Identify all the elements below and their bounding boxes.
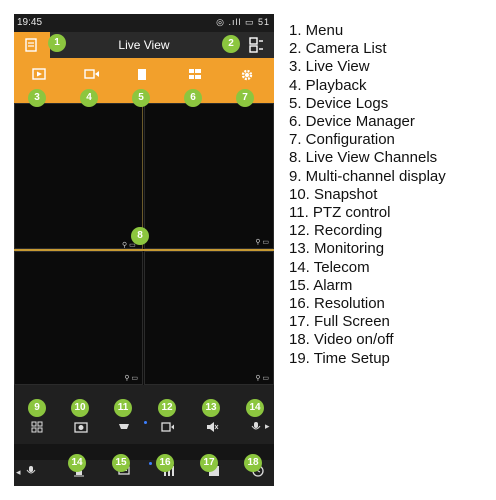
legend-item: 12. Recording xyxy=(289,222,383,240)
callout-badge: 17 xyxy=(200,454,218,472)
device-manager-tab[interactable] xyxy=(181,64,209,86)
device-logs-tab[interactable] xyxy=(129,64,157,86)
monitoring-button[interactable] xyxy=(200,419,224,437)
multi-channel-button[interactable] xyxy=(26,419,50,437)
legend-item: 4. Playback xyxy=(289,76,367,94)
callout-badge: 14 xyxy=(246,399,264,417)
callout-badge: 10 xyxy=(71,399,89,417)
callout-badge: 12 xyxy=(158,399,176,417)
legend-item: 6. Device Manager xyxy=(289,113,415,131)
snapshot-button[interactable] xyxy=(69,419,93,437)
scroll-left-arrow[interactable]: ◂ xyxy=(16,467,21,478)
page-indicator-dot xyxy=(149,462,152,465)
play-screen-icon xyxy=(32,68,46,80)
callout-badge: 18 xyxy=(244,454,262,472)
control-bar: ▸ xyxy=(14,385,274,444)
secondary-control-bar: ◂ xyxy=(14,460,274,486)
legend-item: 10. Snapshot xyxy=(289,185,378,203)
gear-icon xyxy=(241,69,253,81)
recording-button[interactable] xyxy=(156,419,180,437)
legend-item: 9. Multi-channel display xyxy=(289,167,446,185)
snapshot-icon xyxy=(74,422,88,433)
legend-item: 5. Device Logs xyxy=(289,94,389,112)
video-channel[interactable] xyxy=(14,103,143,249)
mic-icon xyxy=(26,466,36,474)
video-channel[interactable]: ⚲ ▭ xyxy=(144,251,274,385)
status-bar: 19:45 ◎ .ıll ▭ 51 xyxy=(14,14,274,32)
status-indicators: ◎ .ıll ▭ 51 xyxy=(216,17,270,27)
legend-item: 8. Live View Channels xyxy=(289,149,438,167)
legend-item: 11. PTZ control xyxy=(289,204,391,222)
legend-item: 18. Video on/off xyxy=(289,331,394,349)
callout-badge: 7 xyxy=(236,89,254,107)
status-time: 19:45 xyxy=(17,17,43,28)
callout-badge: 8 xyxy=(131,227,149,245)
configuration-tab[interactable] xyxy=(233,64,261,86)
ptz-icon xyxy=(119,424,129,429)
legend-item: 1. Menu xyxy=(289,22,344,39)
live-view-tab[interactable] xyxy=(25,64,53,86)
four-grid-icon xyxy=(31,421,43,433)
callout-badge: 16 xyxy=(156,454,174,472)
callout-badge: 6 xyxy=(184,89,202,107)
callout-badge: 14 xyxy=(68,454,86,472)
video-channel[interactable]: ⚲ ▭ xyxy=(14,251,143,385)
legend-item: 13. Monitoring xyxy=(289,240,385,258)
telecom-button[interactable] xyxy=(24,464,44,482)
callout-badge: 9 xyxy=(28,399,46,417)
legend-item: 3. Live View xyxy=(289,58,370,76)
legend-item: 2. Camera List xyxy=(289,40,387,58)
channel-status-icon: ⚲ ▭ xyxy=(255,239,269,246)
legend-item: 17. Full Screen xyxy=(289,313,390,331)
channel-status-icon: ⚲ ▭ xyxy=(255,375,269,382)
camera-list-button[interactable] xyxy=(248,37,264,53)
callout-badge: 1 xyxy=(48,34,66,52)
callout-badge: 3 xyxy=(28,89,46,107)
mic-icon xyxy=(251,422,261,430)
selected-channel-border xyxy=(14,249,274,251)
page-indicator-dot xyxy=(144,421,147,424)
callout-badge: 15 xyxy=(112,454,130,472)
video-camera-icon xyxy=(84,69,99,79)
channel-status-icon: ⚲ ▭ xyxy=(124,375,138,382)
playback-tab[interactable] xyxy=(77,64,105,86)
phone-screen: 19:45 ◎ .ıll ▭ 51 Live View ⚲ ▭ ⚲ ▭ ⚲ ▭ … xyxy=(14,14,274,486)
callout-badge: 4 xyxy=(80,89,98,107)
legend-item: 19. Time Setup xyxy=(289,349,390,367)
callout-badge: 11 xyxy=(114,399,132,417)
legend-item: 7. Configuration xyxy=(289,131,395,149)
record-icon xyxy=(161,422,174,432)
callout-badge: 2 xyxy=(222,35,240,53)
document-icon xyxy=(138,69,146,80)
camera-list-icon xyxy=(249,37,263,53)
legend-list: 1. Menu 2. Camera List 3. Live View 4. P… xyxy=(289,22,446,368)
legend-item: 14. Telecom xyxy=(289,258,370,276)
legend-item: 15. Alarm xyxy=(289,276,353,294)
callout-badge: 5 xyxy=(132,89,150,107)
ptz-control-button[interactable] xyxy=(112,419,136,437)
video-channel[interactable]: ⚲ ▭ xyxy=(144,103,274,249)
scroll-right-arrow[interactable]: ▸ xyxy=(265,421,270,432)
legend-item: 16. Resolution xyxy=(289,295,385,313)
callout-badge: 13 xyxy=(202,399,220,417)
mute-icon xyxy=(207,422,219,432)
list-icon xyxy=(189,69,201,79)
